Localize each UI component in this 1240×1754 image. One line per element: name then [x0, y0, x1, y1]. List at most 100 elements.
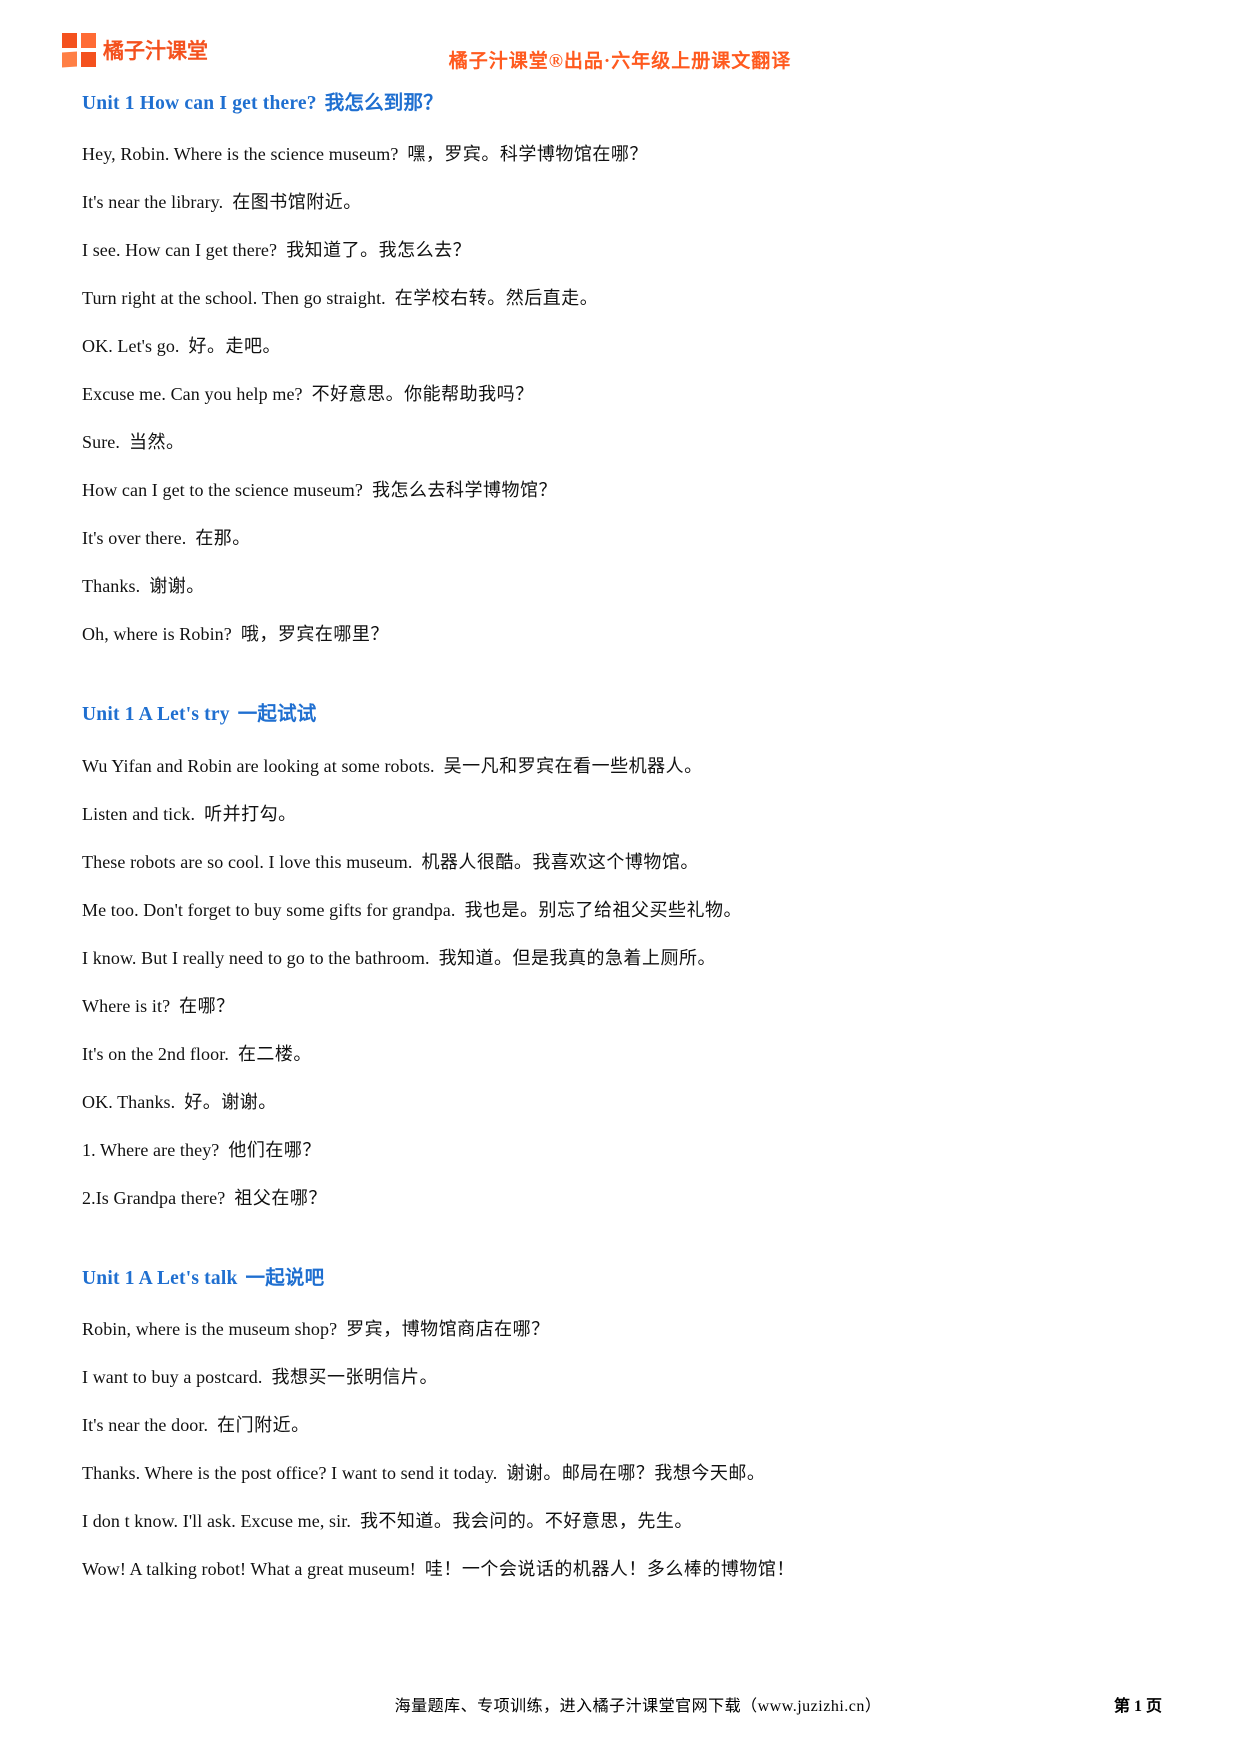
line-cn: 我不知道。我会问的。不好意思，先生。 [359, 1510, 693, 1531]
section-heading-cn: 一起说吧 [245, 1267, 325, 1289]
dialogue-line: Wu Yifan and Robin are looking at some r… [82, 743, 1162, 791]
dialogue-line: I want to buy a postcard. 我想买一张明信片。 [82, 1354, 1162, 1402]
dialogue-line: How can I get to the science museum? 我怎么去… [82, 467, 1162, 515]
line-en: Listen and tick. [82, 803, 196, 824]
dialogue-line: Where is it? 在哪？ [82, 983, 1162, 1031]
line-cn: 祖父在哪？ [234, 1187, 327, 1208]
page-number: 第 1 页 [1113, 1698, 1162, 1715]
brand-name: 橘子汁课堂 [103, 39, 208, 63]
dialogue-line: Sure. 当然。 [82, 419, 1162, 467]
dialogue-line: Thanks. Where is the post office? I want… [82, 1450, 1162, 1498]
dialogue-line: It's near the library. 在图书馆附近。 [82, 179, 1162, 227]
line-en: It's over there. [82, 528, 187, 549]
dialogue-line: OK. Let's go. 好。走吧。 [82, 323, 1162, 371]
line-en: Hey, Robin. Where is the science museum? [82, 144, 399, 165]
section-unit1-a-lets-try: Unit 1 A Let's try 一起试试 Wu Yifan and Robi… [82, 701, 1162, 1222]
section-unit1-a-lets-talk: Unit 1 A Let's talk 一起说吧 Robin, where is … [82, 1265, 1162, 1594]
line-cn: 谢谢。邮局在哪？我想今天邮。 [506, 1462, 766, 1483]
line-cn: 我想买一张明信片。 [271, 1366, 438, 1387]
dialogue-line: It's on the 2nd floor. 在二楼。 [82, 1031, 1162, 1079]
line-en: Thanks. [82, 576, 141, 597]
line-en: It's near the door. [82, 1414, 209, 1435]
line-cn: 机器人很酷。我喜欢这个博物馆。 [421, 851, 699, 872]
dialogue-line: 1. Where are they? 他们在哪？ [82, 1127, 1162, 1175]
line-cn: 不好意思。你能帮助我吗？ [311, 384, 534, 405]
line-cn: 哦，罗宾在哪里？ [240, 624, 389, 645]
section-heading: Unit 1 A Let's try 一起试试 [82, 701, 1162, 728]
line-en: Robin, where is the museum shop? [82, 1318, 338, 1339]
dialogue-line: It's near the door. 在门附近。 [82, 1402, 1162, 1450]
line-en: It's on the 2nd floor. [82, 1043, 229, 1064]
line-cn: 嘿，罗宾。科学博物馆在哪？ [407, 144, 648, 165]
document-page: 橘子汁课堂 橘子汁课堂®出品·六年级上册课文翻译 Unit 1 How can … [0, 0, 1240, 1754]
line-en: 2.Is Grandpa there? [82, 1187, 226, 1208]
dialogue-line: I see. How can I get there? 我知道了。我怎么去？ [82, 227, 1162, 275]
line-en: Wu Yifan and Robin are looking at some r… [82, 755, 435, 776]
line-en: OK. Let's go. [82, 336, 180, 357]
line-cn: 好。谢谢。 [184, 1091, 277, 1112]
dialogue-line: OK. Thanks. 好。谢谢。 [82, 1079, 1162, 1127]
dialogue-line: Wow! A talking robot! What a great museu… [82, 1546, 1162, 1594]
section-heading-cn: 我怎么到那？ [324, 93, 443, 114]
section-heading-cn: 一起试试 [237, 704, 317, 726]
line-cn: 当然。 [129, 432, 185, 453]
line-en: I don t know. I'll ask. Excuse me, sir. [82, 1510, 351, 1531]
line-cn: 在哪？ [179, 995, 235, 1016]
line-en: It's near the library. [82, 192, 224, 213]
line-en: 1. Where are they? [82, 1139, 220, 1160]
line-en: How can I get to the science museum? [82, 480, 364, 501]
section-unit1-how-can-i-get-there: Unit 1 How can I get there? 我怎么到那？ Hey, R… [82, 90, 1162, 659]
dialogue-line: 2.Is Grandpa there? 祖父在哪？ [82, 1175, 1162, 1223]
section-heading-en: Unit 1 A Let's try [82, 704, 230, 726]
dialogue-line: Hey, Robin. Where is the science museum?… [82, 131, 1162, 179]
line-en: Excuse me. Can you help me? [82, 384, 303, 405]
line-cn: 我怎么去科学博物馆？ [372, 480, 558, 501]
dialogue-line: Oh, where is Robin? 哦，罗宾在哪里？ [82, 611, 1162, 659]
section-heading: Unit 1 How can I get there? 我怎么到那？ [82, 90, 1162, 117]
brand-logo: 橘子汁课堂 [62, 33, 208, 68]
footer-note: 海量题库、专项训练，进入橘子汁课堂官网下载（www.juzizhi.cn） [394, 1698, 882, 1715]
dialogue-line: I don t know. I'll ask. Excuse me, sir. 我… [82, 1498, 1162, 1546]
line-cn: 在二楼。 [237, 1043, 312, 1064]
section-heading-en: Unit 1 How can I get there? [82, 93, 317, 114]
dialogue-line: Me too. Don't forget to buy some gifts f… [82, 887, 1162, 935]
line-en: Oh, where is Robin? [82, 624, 232, 645]
line-cn: 吴一凡和罗宾在看一些机器人。 [443, 755, 703, 776]
line-cn: 哇！一个会说话的机器人！多么棒的博物馆！ [424, 1558, 795, 1579]
section-heading-en: Unit 1 A Let's talk [82, 1267, 238, 1289]
dialogue-line: I know. But I really need to go to the b… [82, 935, 1162, 983]
line-en: I want to buy a postcard. [82, 1366, 263, 1387]
line-cn: 他们在哪？ [228, 1139, 321, 1160]
line-en: Me too. Don't forget to buy some gifts f… [82, 899, 456, 920]
grid-squares-icon [62, 33, 96, 68]
line-en: OK. Thanks. [82, 1091, 176, 1112]
line-en: Sure. [82, 432, 120, 453]
line-cn: 我也是。别忘了给祖父买些礼物。 [464, 899, 742, 920]
line-cn: 好。走吧。 [188, 336, 282, 357]
dialogue-line: Robin, where is the museum shop? 罗宾，博物馆商店… [82, 1306, 1162, 1354]
dialogue-line: It's over there. 在那。 [82, 515, 1162, 563]
dialogue-line: Thanks. 谢谢。 [82, 563, 1162, 611]
line-cn: 在那。 [195, 528, 251, 549]
line-en: I know. But I really need to go to the b… [82, 947, 430, 968]
document-body: Unit 1 How can I get there? 我怎么到那？ Hey, R… [0, 90, 1240, 1594]
dialogue-line: These robots are so cool. I love this mu… [82, 839, 1162, 887]
line-cn: 在学校右转。然后直走。 [394, 288, 599, 309]
dialogue-line: Listen and tick. 听并打勾。 [82, 791, 1162, 839]
page-footer: 海量题库、专项训练，进入橘子汁课堂官网下载（www.juzizhi.cn） 第 … [0, 1692, 1240, 1716]
line-cn: 在门附近。 [217, 1414, 310, 1435]
line-cn: 罗宾，博物馆商店在哪？ [346, 1318, 550, 1339]
line-en: Wow! A talking robot! What a great museu… [82, 1558, 416, 1579]
line-cn: 听并打勾。 [204, 803, 297, 824]
line-cn: 谢谢。 [149, 576, 205, 597]
line-cn: 在图书馆附近。 [232, 192, 362, 213]
line-en: Thanks. Where is the post office? I want… [82, 1462, 498, 1483]
page-header: 橘子汁课堂 橘子汁课堂®出品·六年级上册课文翻译 [0, 0, 1240, 90]
line-cn: 我知道了。我怎么去？ [286, 240, 472, 261]
dialogue-line: Turn right at the school. Then go straig… [82, 275, 1162, 323]
line-en: These robots are so cool. I love this mu… [82, 851, 413, 872]
line-cn: 我知道。但是我真的急着上厕所。 [438, 947, 717, 968]
line-en: Where is it? [82, 995, 171, 1016]
line-en: I see. How can I get there? [82, 240, 278, 261]
dialogue-line: Excuse me. Can you help me? 不好意思。你能帮助我吗？ [82, 371, 1162, 419]
